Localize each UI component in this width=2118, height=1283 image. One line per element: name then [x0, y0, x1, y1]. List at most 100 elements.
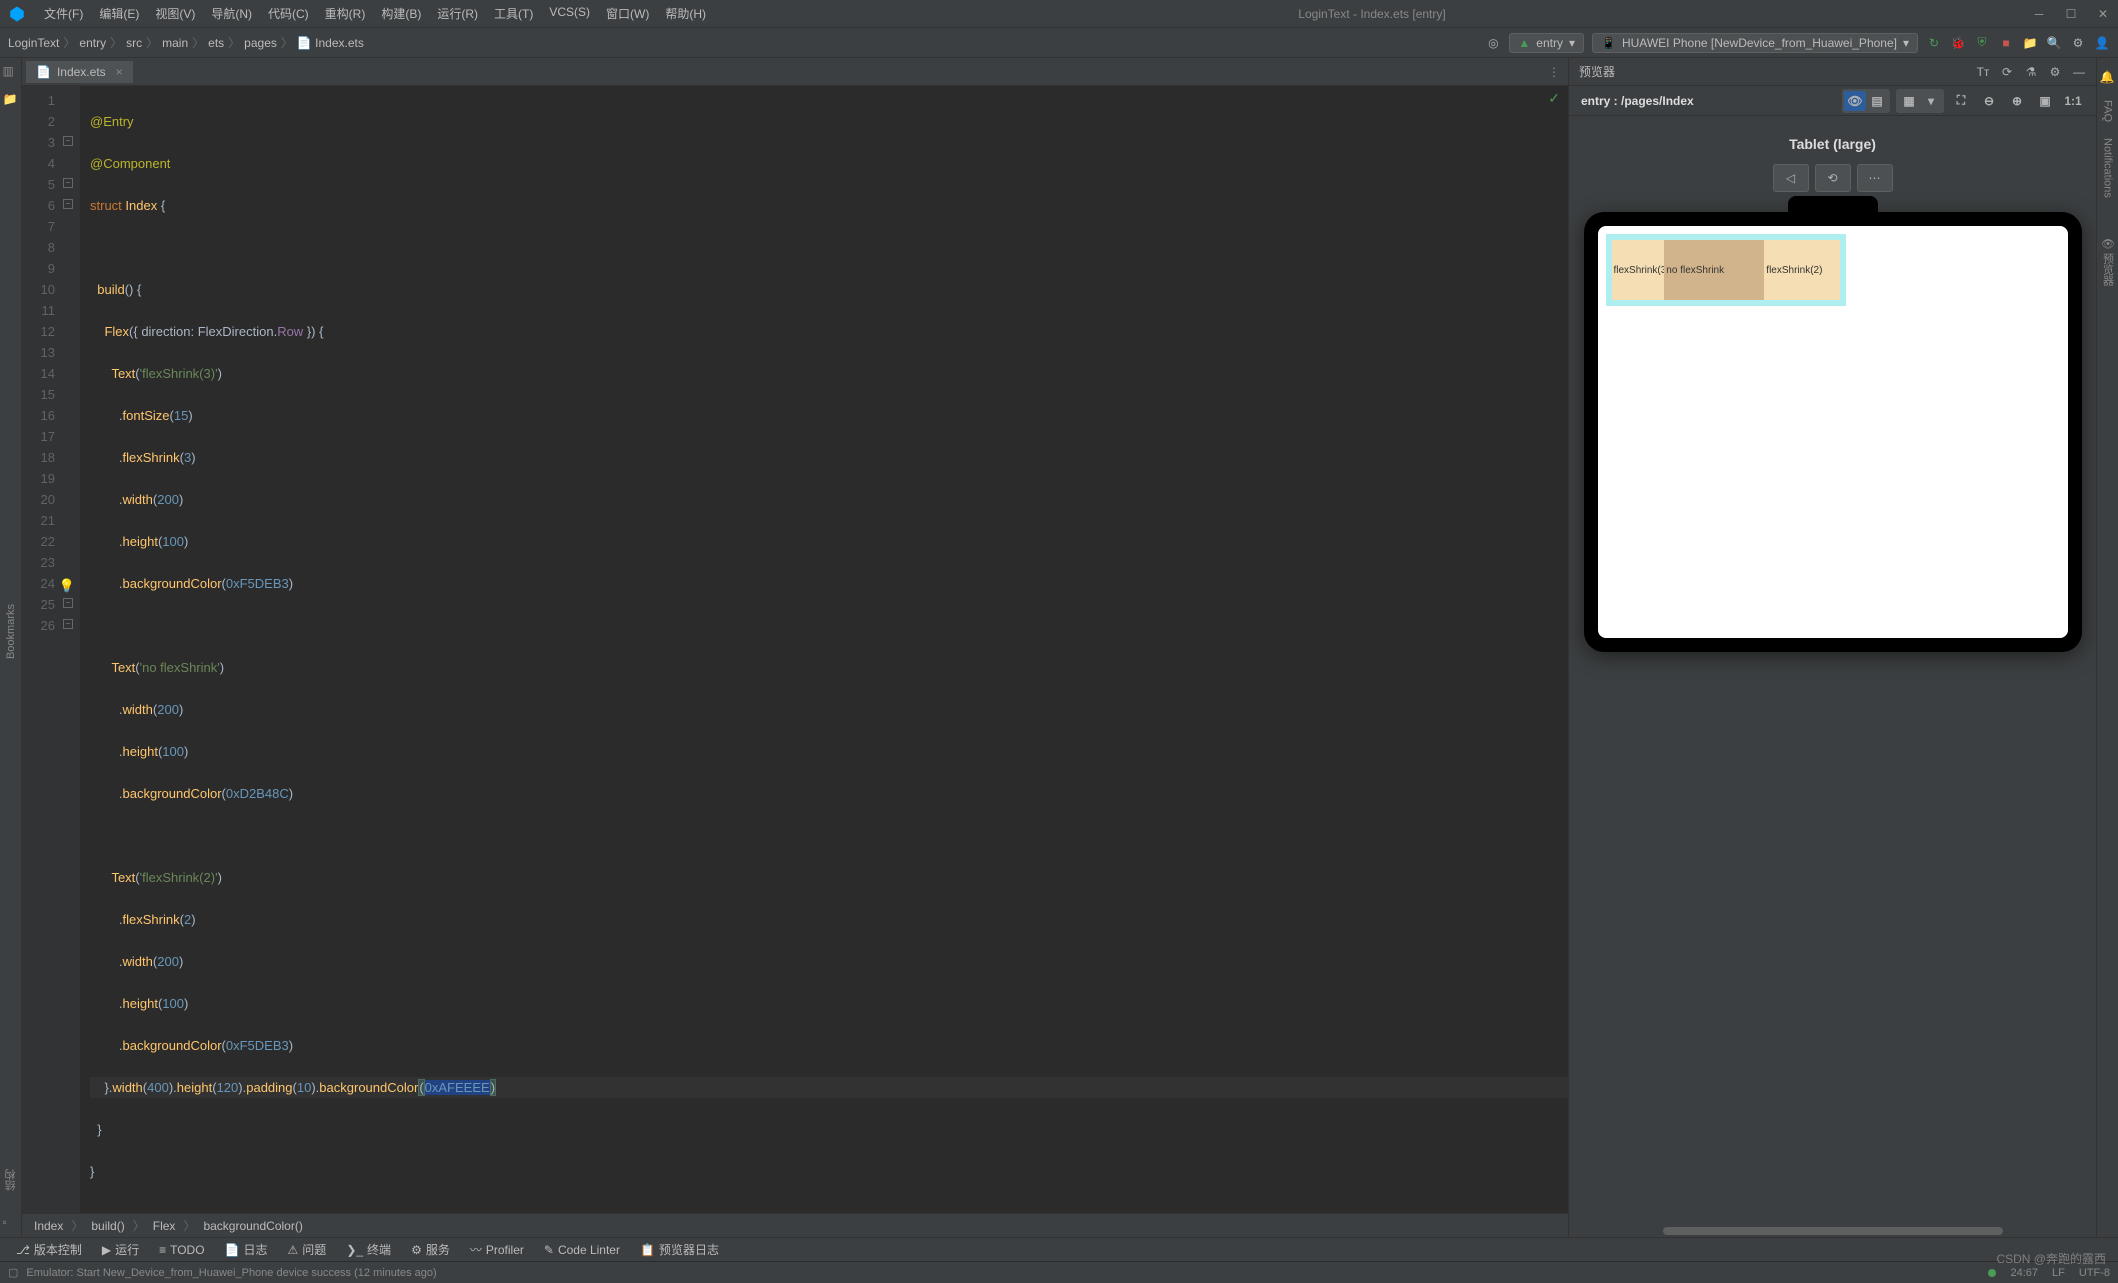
fit-icon[interactable]: ▣ [2034, 91, 2056, 111]
menu-navigate[interactable]: 导航(N) [205, 3, 258, 24]
coverage-icon[interactable]: ⛨ [1974, 35, 1990, 51]
bc-pages[interactable]: pages [244, 36, 277, 50]
menu-file[interactable]: 文件(F) [38, 3, 89, 24]
tab-index-ets[interactable]: 📄 Index.ets × [26, 61, 133, 83]
caret-position[interactable]: 24:67 [2010, 1267, 2038, 1279]
text-tool-icon[interactable]: Tт [1976, 65, 1990, 79]
profiler-tab[interactable]: 〰Profiler [462, 1239, 532, 1260]
preview-tool[interactable]: 👁 预览器 [2100, 236, 2116, 286]
menu-vcs[interactable]: VCS(S) [543, 3, 596, 24]
code-content[interactable]: @Entry @Component struct Index { build()… [80, 86, 1568, 1213]
fold-icon[interactable]: − [63, 598, 73, 608]
menu-window[interactable]: 窗口(W) [600, 3, 655, 24]
status-indicator-icon[interactable] [1988, 1269, 1996, 1277]
fold-icon[interactable]: − [63, 199, 73, 209]
run-tab[interactable]: ▶运行 [94, 1239, 147, 1260]
folder-icon[interactable]: 📁 [2022, 35, 2038, 51]
code-editor[interactable]: ✓ 1 2 3− 4 5− 6− 7 8 9 10 11 12 13 14 15… [22, 86, 1568, 1213]
bookmarks-tool[interactable]: Bookmarks [5, 604, 17, 659]
close-icon[interactable]: ✕ [2096, 7, 2110, 21]
doc-icon: 📄 [225, 1243, 240, 1257]
menu-help[interactable]: 帮助(H) [659, 3, 712, 24]
bc-root[interactable]: LoginText [8, 36, 59, 50]
menu-code[interactable]: 代码(C) [262, 3, 315, 24]
fold-icon[interactable]: − [63, 619, 73, 629]
bc-file[interactable]: 📄 Index.ets [297, 36, 364, 50]
menu-tools[interactable]: 工具(T) [488, 3, 539, 24]
menu-refactor[interactable]: 重构(R) [319, 3, 372, 24]
preview-scrollbar[interactable] [1651, 1225, 2015, 1237]
rotate-icon[interactable]: ⟲ [1815, 164, 1851, 192]
folder-tool-icon[interactable]: 📁 [3, 92, 19, 108]
tabs-overflow-icon[interactable]: ⋮ [1540, 65, 1568, 79]
problems-tab[interactable]: ⚠问题 [280, 1239, 335, 1260]
bc-ets[interactable]: ets [208, 36, 224, 50]
filter-icon[interactable]: ⚗ [2024, 65, 2038, 79]
settings-icon[interactable]: ⚙ [2070, 35, 2086, 51]
bc-main[interactable]: main [162, 36, 188, 50]
debug-icon[interactable]: 🐞 [1950, 35, 1966, 51]
list-icon: ≡ [159, 1243, 166, 1257]
preview-log-tab[interactable]: 📋预览器日志 [632, 1239, 727, 1260]
cb-index[interactable]: Index [34, 1219, 63, 1233]
cb-build[interactable]: build() [91, 1219, 124, 1233]
flex-item-1: flexShrink(3) [1612, 240, 1665, 300]
more-icon[interactable]: ⋯ [1857, 164, 1893, 192]
menu-view[interactable]: 视图(V) [149, 3, 201, 24]
cb-bg[interactable]: backgroundColor() [203, 1219, 302, 1233]
encoding[interactable]: UTF-8 [2079, 1267, 2110, 1279]
back-icon[interactable]: ◁ [1773, 164, 1809, 192]
tablet-frame: flexShrink(3) no flexShrink flexShrink(2… [1584, 212, 2082, 652]
menu-build[interactable]: 构建(B) [375, 3, 427, 24]
one-to-one-icon[interactable]: 1:1 [2062, 91, 2084, 111]
cb-flex[interactable]: Flex [153, 1219, 176, 1233]
maximize-icon[interactable]: ☐ [2064, 7, 2078, 21]
toolwindow-icon[interactable]: ▢ [8, 1266, 18, 1279]
project-tool-icon[interactable]: ▥ [3, 64, 19, 80]
intention-bulb-icon[interactable]: 💡 [59, 575, 75, 596]
vcs-tab[interactable]: ⎇版本控制 [8, 1239, 90, 1260]
codelinter-tab[interactable]: ✎Code Linter [536, 1241, 628, 1259]
bc-entry[interactable]: entry [79, 36, 106, 50]
refresh-icon[interactable]: ⟳ [2000, 65, 2014, 79]
profile-icon[interactable]: 👤 [2094, 35, 2110, 51]
bell-icon[interactable]: 🔔 [2100, 70, 2116, 86]
log-tab[interactable]: 📄日志 [217, 1239, 276, 1260]
device-dropdown[interactable]: 📱HUAWEI Phone [NewDevice_from_Huawei_Pho… [1592, 33, 1918, 53]
structure-tool[interactable]: 结构 [3, 1169, 19, 1191]
preview-header: 预览器 Tт ⟳ ⚗ ⚙ — [1569, 58, 2096, 86]
zoom-out-icon[interactable]: ⊖ [1978, 91, 2000, 111]
menu-edit[interactable]: 编辑(E) [93, 3, 145, 24]
crop-icon[interactable]: ⛶ [1950, 91, 1972, 111]
layers-icon[interactable]: ▤ [1866, 91, 1888, 111]
fold-icon[interactable]: − [63, 136, 73, 146]
faq-tool[interactable]: FAQ [2102, 100, 2114, 122]
search-icon[interactable]: 🔍 [2046, 35, 2062, 51]
tab-close-icon[interactable]: × [116, 65, 123, 79]
minimize-panel-icon[interactable]: — [2072, 65, 2086, 79]
bc-src[interactable]: src [126, 36, 142, 50]
menu-run[interactable]: 运行(R) [431, 3, 484, 24]
stop-icon[interactable]: ■ [1998, 35, 2014, 51]
services-tab[interactable]: ⚙服务 [403, 1239, 458, 1260]
collapse-icon[interactable]: ▫ [3, 1215, 19, 1231]
zoom-in-icon[interactable]: ⊕ [2006, 91, 2028, 111]
app-logo [8, 5, 26, 23]
eye-icon[interactable]: 👁 [1844, 91, 1866, 111]
line-separator[interactable]: LF [2052, 1267, 2065, 1279]
bottom-toolbar: ⎇版本控制 ▶运行 ≡TODO 📄日志 ⚠问题 ❯_终端 ⚙服务 〰Profil… [0, 1237, 2118, 1261]
run-config-dropdown[interactable]: ▲entry▾ [1509, 33, 1584, 53]
code-breadcrumb: Index〉 build()〉 Flex〉 backgroundColor() [22, 1213, 1568, 1237]
notifications-tool[interactable]: Notifications [2102, 138, 2114, 198]
chevron-down-icon[interactable]: ▾ [1920, 91, 1942, 111]
fold-icon[interactable]: − [63, 178, 73, 188]
run-icon[interactable]: ↻ [1926, 35, 1942, 51]
grid-icon[interactable]: ▦ [1898, 91, 1920, 111]
tablet-screen[interactable]: flexShrink(3) no flexShrink flexShrink(2… [1598, 226, 2068, 638]
scroll-thumb[interactable] [1663, 1227, 2003, 1235]
gear-icon[interactable]: ⚙ [2048, 65, 2062, 79]
todo-tab[interactable]: ≡TODO [151, 1241, 212, 1259]
minimize-icon[interactable]: ─ [2032, 7, 2046, 21]
target-icon[interactable]: ◎ [1485, 35, 1501, 51]
terminal-tab[interactable]: ❯_终端 [338, 1239, 399, 1260]
